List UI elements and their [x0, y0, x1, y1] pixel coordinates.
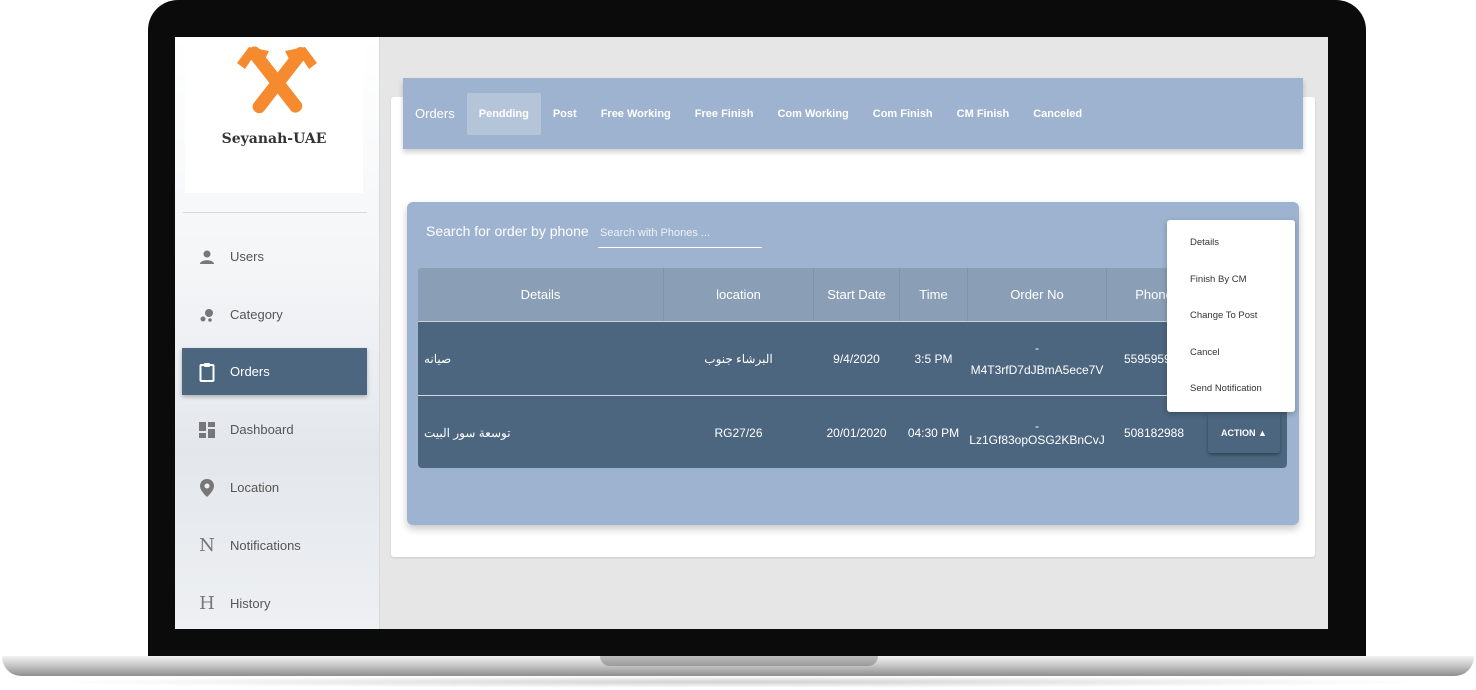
clipboard-icon: [197, 362, 217, 382]
action-button[interactable]: ACTION ▲: [1208, 413, 1280, 453]
sidebar-item-label: Notifications: [230, 538, 301, 553]
cell-start-date: 20/01/2020: [826, 425, 887, 440]
order-no-value: M4T3rfD7dJBmA5ece7V: [970, 362, 1104, 377]
location-pin-icon: [197, 478, 217, 498]
dashboard-icon: [197, 420, 217, 440]
laptop-hinge-notch: [600, 656, 878, 666]
sidebar-divider: [183, 212, 367, 213]
crossed-hammers-icon: [237, 46, 317, 114]
table-row[interactable]: صيانه البرشاء جنوب 9/4/2020 3:5 PM - M4T…: [418, 322, 1287, 396]
cell-order-no: - M4T3rfD7dJBmA5ece7V: [968, 322, 1106, 395]
sidebar-item-history[interactable]: H History: [182, 580, 367, 627]
search-label: Search for order by phone: [426, 223, 589, 239]
tab-com-working[interactable]: Com Working: [765, 93, 860, 135]
tab-pendding[interactable]: Pendding: [466, 92, 541, 135]
cell-details: صيانه: [424, 351, 452, 366]
letter-n-icon: N: [199, 535, 215, 556]
orders-tab-bar: Orders Pendding Post Free Working Free F…: [403, 78, 1303, 149]
menu-item-details[interactable]: Details: [1190, 237, 1219, 248]
app-screen: Seyanah-UAE Users Category Orders Dashbo…: [175, 37, 1328, 629]
menu-item-change-to-post[interactable]: Change To Post: [1190, 310, 1257, 321]
menu-item-cancel[interactable]: Cancel: [1190, 347, 1220, 358]
column-header-order-no: Order No: [968, 268, 1107, 321]
sidebar-item-label: History: [230, 596, 271, 611]
sidebar-item-orders[interactable]: Orders: [182, 348, 367, 395]
sidebar-item-dashboard[interactable]: Dashboard: [182, 406, 367, 453]
brand-name: Seyanah-UAE: [221, 131, 327, 147]
category-icon: [197, 305, 217, 325]
sidebar: Seyanah-UAE Users Category Orders Dashbo…: [175, 37, 380, 629]
order-no-prefix: -: [1035, 340, 1039, 355]
column-header-time: Time: [900, 268, 968, 321]
tab-free-working[interactable]: Free Working: [589, 93, 683, 135]
orders-panel: Search for order by phone Details locati…: [407, 202, 1299, 525]
sidebar-item-label: Location: [230, 480, 280, 495]
cell-order-no: -Lz1Gf83opOSG2KBnCvJ: [969, 418, 1105, 447]
menu-item-send-notification[interactable]: Send Notification: [1190, 383, 1262, 394]
table-row[interactable]: توسعة سور البيت RG27/26 20/01/2020 04:30…: [418, 396, 1287, 468]
table-header: Details location Start Date Time Order N…: [418, 268, 1287, 322]
cell-location: RG27/26: [714, 425, 763, 440]
sidebar-item-users[interactable]: Users: [182, 233, 367, 280]
menu-item-finish-by-cm[interactable]: Finish By CM: [1190, 274, 1246, 285]
column-header-start-date: Start Date: [814, 268, 900, 321]
tabs-title: Orders: [415, 106, 455, 121]
column-header-location: location: [664, 268, 814, 321]
cell-details: توسعة سور البيت: [424, 425, 511, 440]
cell-start-date: 9/4/2020: [833, 351, 880, 366]
sidebar-item-label: Users: [230, 249, 264, 264]
tab-cm-finish[interactable]: CM Finish: [945, 93, 1022, 135]
tab-com-finish[interactable]: Com Finish: [861, 93, 945, 135]
orders-table: Details location Start Date Time Order N…: [418, 268, 1287, 468]
cell-time: 3:5 PM: [914, 351, 953, 366]
search-input[interactable]: [598, 219, 762, 248]
cell-location: البرشاء جنوب: [704, 351, 773, 366]
action-menu: Details Finish By CM Change To Post Canc…: [1167, 220, 1295, 412]
sidebar-item-notifications[interactable]: N Notifications: [182, 522, 367, 569]
logo: Seyanah-UAE: [185, 37, 363, 193]
letter-h-icon: H: [199, 593, 215, 614]
tab-post[interactable]: Post: [541, 93, 589, 135]
user-icon: [197, 247, 217, 267]
sidebar-item-label: Category: [230, 307, 283, 322]
laptop-shadow: [40, 676, 1436, 688]
sidebar-item-category[interactable]: Category: [182, 291, 367, 338]
sidebar-item-location[interactable]: Location: [182, 464, 367, 511]
sidebar-item-label: Orders: [230, 364, 270, 379]
tab-free-finish[interactable]: Free Finish: [683, 93, 766, 135]
sidebar-item-label: Dashboard: [230, 422, 294, 437]
tab-canceled[interactable]: Canceled: [1021, 93, 1094, 135]
column-header-details: Details: [418, 268, 664, 321]
cell-time: 04:30 PM: [907, 425, 960, 440]
